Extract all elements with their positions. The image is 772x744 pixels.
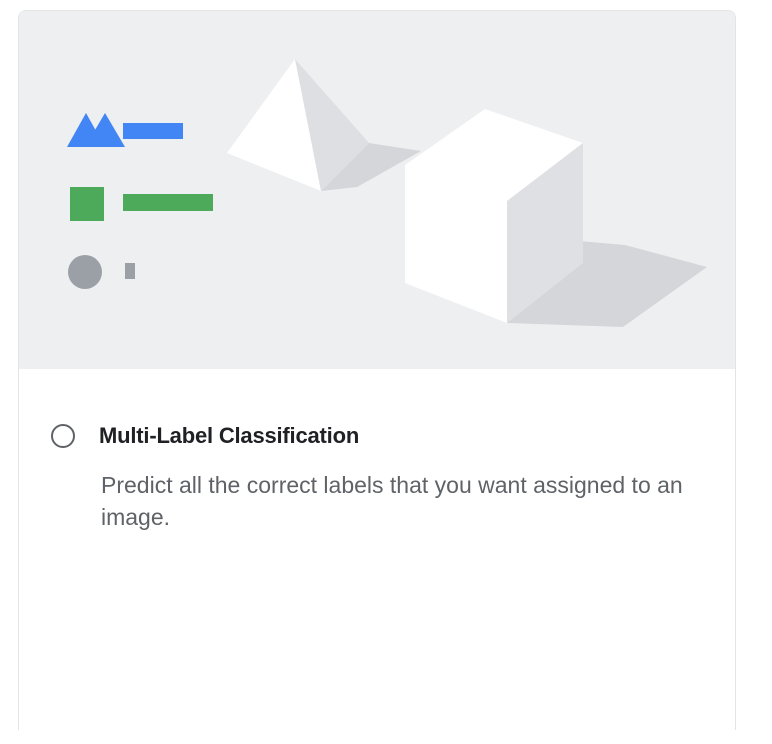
pyramid-icon [227,59,421,191]
blue-bar [123,123,183,139]
green-bar [123,194,213,211]
multi-label-classification-option[interactable]: Multi-Label Classification [51,419,711,453]
card-illustration [19,11,735,369]
cube-icon [405,109,707,327]
radio-button[interactable] [51,424,75,448]
option-label: Multi-Label Classification [99,423,360,448]
circle-icon [68,255,102,289]
illustration-graphic [67,59,707,327]
classification-option-card[interactable]: Multi-Label Classification Predict all t… [18,10,736,730]
square-icon [70,187,104,221]
gray-bar [125,263,135,279]
option-description: Predict all the correct labels that you … [101,472,683,530]
